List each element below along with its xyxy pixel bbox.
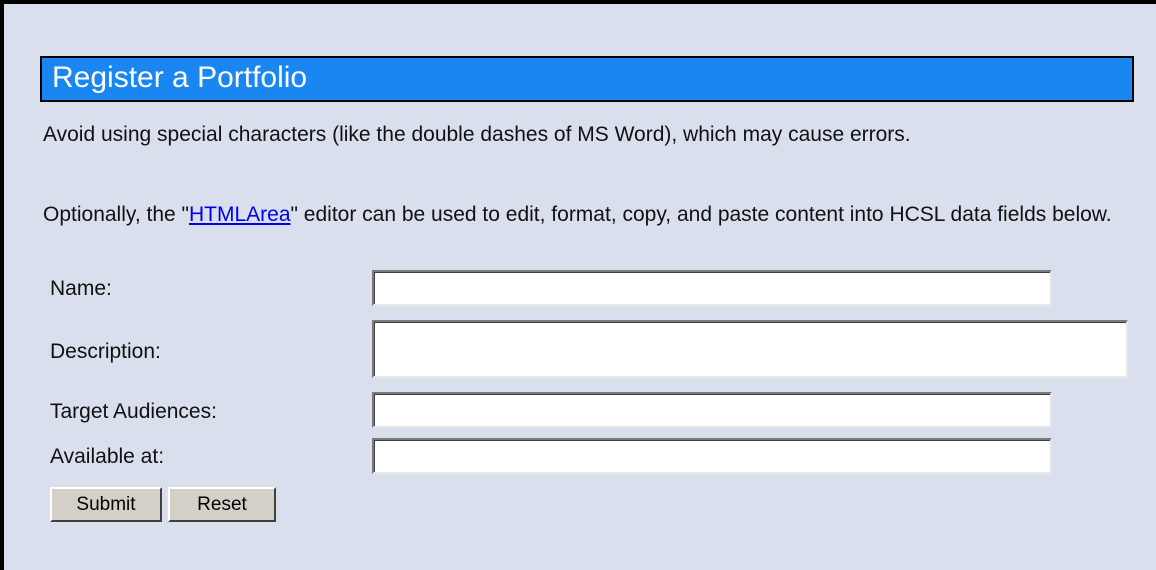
name-label: Name:	[50, 277, 112, 300]
description-field[interactable]	[372, 320, 1128, 378]
reset-button[interactable]: Reset	[168, 487, 276, 522]
special-characters-warning: Avoid using special characters (like the…	[43, 123, 911, 146]
htmlarea-note: Optionally, the "HTMLArea" editor can be…	[43, 202, 1123, 228]
available-at-field[interactable]	[372, 438, 1052, 474]
target-audiences-label: Target Audiences:	[50, 400, 217, 423]
description-label: Description:	[50, 340, 161, 363]
htmlarea-note-suffix: " editor can be used to edit, format, co…	[290, 203, 1112, 226]
htmlarea-note-prefix: Optionally, the "	[43, 203, 189, 226]
target-audiences-field[interactable]	[372, 392, 1052, 428]
submit-button[interactable]: Submit	[50, 487, 162, 522]
available-at-label: Available at:	[50, 445, 165, 468]
htmlarea-link[interactable]: HTMLArea	[189, 203, 291, 226]
page-title: Register a Portfolio	[40, 56, 1134, 102]
name-field[interactable]	[372, 270, 1052, 306]
page-frame: Register a Portfolio Avoid using special…	[0, 0, 1156, 570]
